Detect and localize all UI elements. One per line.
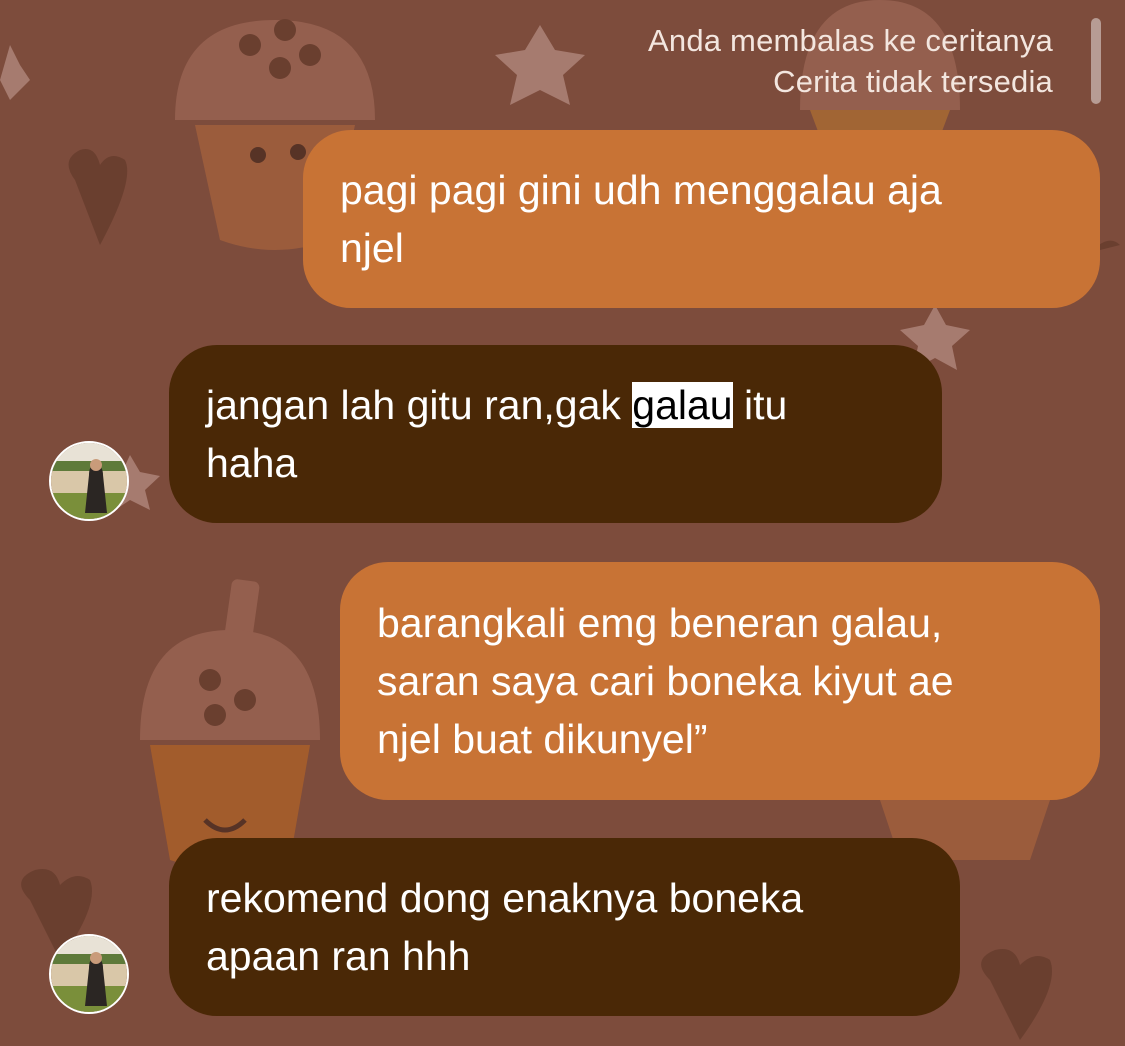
bubble-tea-cup-illustration bbox=[140, 579, 320, 870]
message-text: jangan lah gitu ran,gak galau itu haha bbox=[206, 382, 788, 486]
incoming-message-bubble[interactable]: rekomend dong enaknya boneka apaan ran h… bbox=[169, 838, 960, 1016]
outgoing-message-bubble[interactable]: barangkali emg beneran galau, saran saya… bbox=[340, 562, 1100, 800]
star-decoration bbox=[0, 45, 30, 100]
story-reply-note: Anda membalas ke ceritanya Cerita tidak … bbox=[648, 20, 1053, 102]
heart-decoration bbox=[68, 149, 128, 245]
scrollbar[interactable] bbox=[1091, 18, 1101, 104]
message-text: pagi pagi gini udh menggalau aja njel bbox=[340, 167, 942, 271]
incoming-message-bubble[interactable]: jangan lah gitu ran,gak galau itu haha bbox=[169, 345, 942, 523]
message-text: barangkali emg beneran galau, saran saya… bbox=[377, 600, 954, 762]
story-unavailable-label: Cerita tidak tersedia bbox=[773, 64, 1053, 99]
outgoing-message-bubble[interactable]: pagi pagi gini udh menggalau aja njel bbox=[303, 130, 1100, 308]
message-text: rekomend dong enaknya boneka apaan ran h… bbox=[206, 875, 804, 979]
heart-decoration bbox=[981, 949, 1052, 1040]
star-decoration bbox=[495, 25, 585, 105]
story-reply-label: Anda membalas ke ceritanya bbox=[648, 23, 1053, 58]
avatar[interactable] bbox=[49, 934, 129, 1014]
highlighted-word[interactable]: galau bbox=[632, 382, 733, 428]
avatar[interactable] bbox=[49, 441, 129, 521]
